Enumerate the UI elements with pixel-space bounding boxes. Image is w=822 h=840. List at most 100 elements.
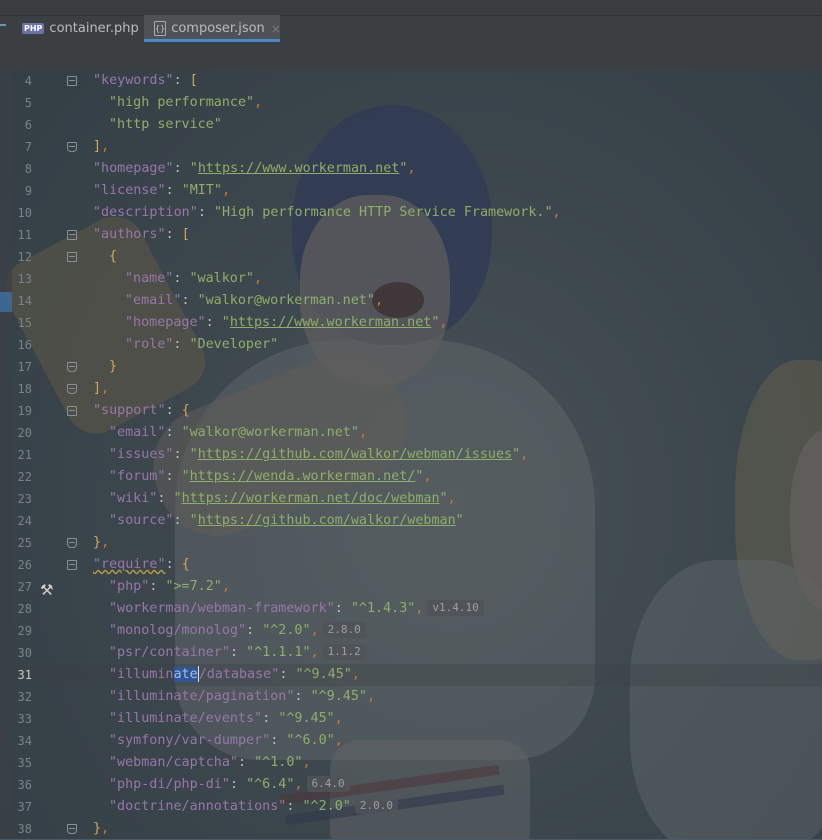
fold-toggle-icon[interactable] [67, 230, 77, 240]
code-line[interactable]: 25}, [12, 532, 822, 554]
comma: , [101, 381, 110, 396]
line-number: 7 [24, 140, 32, 154]
colon: : [165, 403, 182, 418]
fold-toggle-icon[interactable] [67, 76, 77, 86]
code-text: ], [93, 378, 109, 400]
fold-toggle-icon[interactable] [67, 824, 77, 834]
code-line[interactable]: 36 "php-di/php-di": "^6.4", 6.4.0 [12, 774, 822, 796]
code-line[interactable]: 9 "license": "MIT", [12, 180, 822, 202]
fold-toggle-icon[interactable] [67, 560, 77, 570]
code-line[interactable]: 31 "illuminate/database": "^9.45", [12, 664, 822, 686]
line-number: 4 [24, 74, 32, 88]
code-line[interactable]: 29 "monolog/monolog": "^2.0", 2.8.0 [12, 620, 822, 642]
code-line[interactable]: 22 "forum": "https://wenda.workerman.net/… [12, 466, 822, 488]
code-text: "name": "walkor", [125, 268, 262, 290]
comma: , [310, 645, 319, 660]
code-text: "role": "Developer" [125, 334, 278, 356]
json-key: "wiki" [109, 491, 158, 506]
code-line[interactable]: 27 ⚒ "php": ">=7.2", [12, 576, 822, 599]
code-text: ], [93, 136, 109, 158]
url-link[interactable]: https://workerman.net/doc/webman [182, 491, 440, 506]
colon: : [229, 645, 247, 660]
json-string-value: "Developer" [189, 337, 279, 352]
php-file-icon: PHP [22, 23, 45, 34]
code-line[interactable]: 28 "workerman/webman-framework": "^1.4.3"… [12, 598, 822, 620]
close-tab-icon[interactable]: × [271, 22, 281, 36]
colon: : [173, 513, 190, 528]
json-key: /database" [198, 667, 280, 682]
url-link[interactable]: https://github.com/walkor/webman/issues [198, 447, 512, 462]
comma: , [101, 821, 110, 836]
code-line[interactable]: 32 "illuminate/pagination": "^9.45", [12, 686, 822, 708]
code-line[interactable]: 7], [12, 136, 822, 158]
json-string-value: "walkor@workerman.net" [197, 293, 375, 308]
fold-toggle-icon[interactable] [67, 538, 77, 548]
editor-tab-bar: PHP container.php {} composer.json × [0, 0, 822, 43]
quote: " [512, 447, 521, 462]
installed-version-hint: 6.4.0 [306, 776, 350, 792]
comma: , [439, 315, 448, 330]
code-line[interactable]: 4 "keywords": [ [12, 70, 822, 92]
code-line[interactable]: 33 "illuminate/events": "^9.45", [12, 708, 822, 730]
json-string-value: "^6.4" [246, 777, 295, 792]
code-line[interactable]: 21 "issues": "https://github.com/walkor/w… [12, 444, 822, 466]
code-line[interactable]: 5 "high performance", [12, 92, 822, 114]
fold-toggle-icon[interactable] [67, 384, 77, 394]
code-line[interactable]: 10 "description": "High performance HTTP … [12, 202, 822, 224]
code-line[interactable]: 16 "role": "Developer" [12, 334, 822, 356]
code-line[interactable]: 19 "support": { [12, 400, 822, 422]
quote: " [173, 491, 182, 506]
code-text: "monolog/monolog": "^2.0", 2.8.0 [109, 620, 366, 642]
line-number: 15 [17, 316, 32, 330]
code-line[interactable]: 12 { [12, 246, 822, 268]
json-string-value: "High performance HTTP Service Framework… [213, 205, 553, 220]
code-line[interactable]: 35 "webman/captcha": "^1.0", [12, 752, 822, 774]
code-line[interactable]: 34 "symfony/var-dumper": "^6.0", [12, 730, 822, 752]
fold-toggle-icon[interactable] [67, 142, 77, 152]
fold-toggle-icon[interactable] [67, 252, 77, 262]
colon: : [197, 205, 214, 220]
url-link[interactable]: https://github.com/walkor/webman [198, 513, 456, 528]
code-line[interactable]: 26 "require": { [12, 554, 822, 576]
code-editor[interactable]: 4 "keywords": [5 "high performance", 6 "http… [12, 69, 822, 839]
url-link[interactable]: https://www.workerman.net [198, 161, 400, 176]
tab-composer-json[interactable]: {} composer.json × [144, 15, 281, 42]
line-number: 28 [17, 602, 32, 616]
fold-toggle-icon[interactable] [67, 406, 77, 416]
code-line[interactable]: 24 "source": "https://github.com/walkor/w… [12, 510, 822, 532]
json-key: "issues" [109, 447, 174, 462]
fold-toggle-icon[interactable] [67, 362, 77, 372]
comma: , [101, 139, 110, 154]
code-line[interactable]: 37 "doctrine/annotations": "^2.0" 2.0.0 [12, 796, 822, 818]
code-line[interactable]: 13 "name": "walkor", [12, 268, 822, 290]
code-line[interactable]: 23 "wiki": "https://workerman.net/doc/web… [12, 488, 822, 510]
code-line[interactable]: 30 "psr/container": "^1.1.1", 1.1.2 [12, 642, 822, 664]
json-string-value: "high performance" [109, 95, 255, 110]
open-bracket: { [181, 403, 190, 418]
code-line[interactable]: 8 "homepage": "https://www.workerman.net"… [12, 158, 822, 180]
code-line[interactable]: 15 "homepage": "https://www.workerman.net… [12, 312, 822, 334]
json-key: "homepage" [93, 161, 174, 176]
comma: , [358, 425, 367, 440]
colon: : [173, 447, 190, 462]
code-line[interactable]: 6 "http service" [12, 114, 822, 136]
close-bracket: } [93, 821, 102, 836]
json-key: "php-di/php-di" [109, 777, 230, 792]
colon: : [173, 73, 190, 88]
code-line[interactable]: 38}, [12, 818, 822, 840]
tab-container-php[interactable]: PHP container.php [22, 15, 142, 42]
url-link[interactable]: https://www.workerman.net [230, 315, 432, 330]
code-line[interactable]: 14 "email": "walkor@workerman.net", [12, 290, 822, 312]
code-line[interactable]: 17} [12, 356, 822, 378]
code-line[interactable]: 20 "email": "walkor@workerman.net", [12, 422, 822, 444]
code-text: "keywords": [ [93, 70, 198, 92]
code-line[interactable]: 11 "authors": [ [12, 224, 822, 246]
json-key: "homepage" [125, 315, 206, 330]
json-string-value: "^2.0" [302, 799, 351, 814]
code-line[interactable]: 18], [12, 378, 822, 400]
code-text: "license": "MIT", [93, 180, 230, 202]
json-key: "php" [109, 579, 150, 594]
quote: " [221, 315, 230, 330]
colon: : [286, 799, 303, 814]
url-link[interactable]: https://wenda.workerman.net/ [190, 469, 416, 484]
